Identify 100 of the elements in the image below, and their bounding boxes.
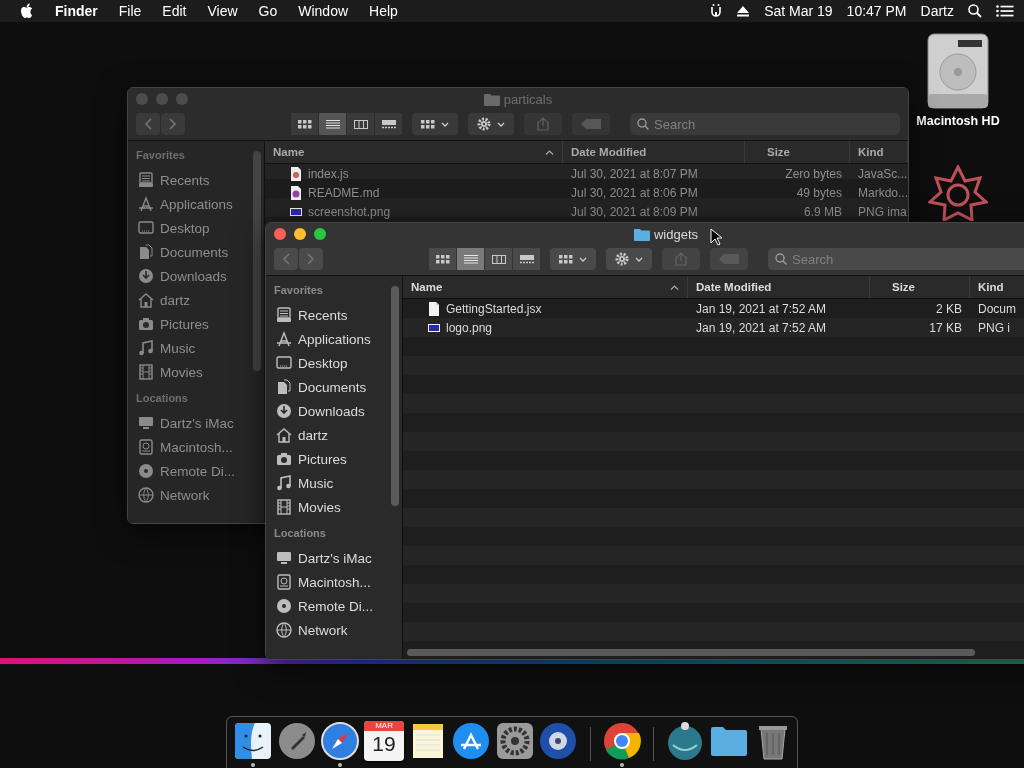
- column-header[interactable]: Date Modified: [688, 276, 870, 298]
- file-name[interactable]: logo.png: [446, 320, 493, 335]
- table-cell-text: Markdo...: [857, 185, 908, 200]
- file-name[interactable]: screenshot.png: [308, 204, 391, 219]
- window-title: particals: [503, 91, 553, 107]
- file-name[interactable]: index.js: [308, 166, 349, 181]
- action-button[interactable]: [606, 248, 652, 270]
- view-mode-button[interactable]: [513, 248, 540, 270]
- gear-icon[interactable]: [494, 721, 535, 761]
- menu-bar-clock[interactable]: 10:47 PM: [846, 3, 907, 19]
- minimize-button[interactable]: [294, 228, 306, 240]
- sidebar-item[interactable]: Desktop: [274, 351, 348, 375]
- caret-down-icon: [635, 256, 643, 262]
- documents-icon: [276, 379, 292, 395]
- table-cell-text: 2 KB: [935, 301, 963, 316]
- monitor-icon: [276, 355, 292, 371]
- view-mode-button[interactable]: [375, 113, 402, 135]
- gallery-icon: [381, 119, 396, 129]
- calendar-icon[interactable]: MAR 19: [364, 721, 404, 761]
- down-arrow-circle-icon: [276, 403, 292, 419]
- columns-icon: [491, 254, 506, 264]
- sidebar-item[interactable]: Downloads: [274, 399, 365, 423]
- sidebar-item[interactable]: Desktop: [136, 216, 210, 240]
- desktop-icon-label[interactable]: Macintosh HD: [916, 114, 1000, 128]
- sidebar-item[interactable]: Music: [136, 336, 196, 360]
- sidebar-item[interactable]: Macintosh...: [136, 435, 233, 459]
- letter-a-icon: [276, 331, 292, 347]
- menu-bar-date[interactable]: Sat Mar 19: [764, 3, 833, 19]
- sidebar-item[interactable]: Music: [274, 471, 334, 495]
- sidebar-item[interactable]: Remote Di...: [274, 594, 374, 618]
- menu-item[interactable]: Go: [258, 3, 278, 19]
- sidebar-item[interactable]: Dartz's iMac: [136, 411, 234, 435]
- group-button[interactable]: [412, 113, 458, 135]
- lens-icon[interactable]: [538, 721, 579, 761]
- folder-icon: [483, 92, 500, 106]
- search-field[interactable]: Search: [630, 113, 900, 135]
- view-mode-button[interactable]: [319, 113, 346, 135]
- music-note-icon: [276, 475, 292, 491]
- sidebar-item[interactable]: Remote Di...: [136, 459, 236, 483]
- list-menu-icon: [996, 5, 1014, 17]
- column-header[interactable]: Kind: [850, 141, 908, 163]
- action-button[interactable]: [468, 113, 514, 135]
- zoom-button[interactable]: [314, 228, 326, 240]
- scrollbar[interactable]: [391, 286, 399, 506]
- file-name[interactable]: README.md: [308, 185, 380, 200]
- sort-caret-icon: [545, 149, 554, 155]
- menu-item[interactable]: Window: [298, 3, 349, 19]
- sidebar-item[interactable]: Movies: [274, 495, 341, 519]
- sidebar-item[interactable]: dartz: [136, 288, 190, 312]
- menu-item[interactable]: Edit: [162, 3, 187, 19]
- window-title: widgets: [653, 226, 699, 242]
- table-cell-text: JavaSc...: [857, 166, 908, 181]
- user-name[interactable]: Dartz: [920, 3, 954, 19]
- ring-logo-icon[interactable]: [601, 721, 642, 761]
- column-header[interactable]: Size: [870, 276, 970, 298]
- app-menu[interactable]: Finder: [55, 3, 98, 19]
- sidebar-item[interactable]: Pictures: [274, 447, 347, 471]
- sidebar-item[interactable]: Pictures: [136, 312, 209, 336]
- hard-drive-icon: [138, 439, 154, 455]
- sidebar-item[interactable]: dartz: [274, 423, 328, 447]
- sidebar-item[interactable]: Downloads: [136, 264, 227, 288]
- grid-icon: [421, 119, 435, 129]
- sidebar-item[interactable]: Network: [274, 618, 348, 642]
- sidebar-item[interactable]: Documents: [274, 375, 367, 399]
- column-header[interactable]: Date Modified: [563, 141, 745, 163]
- scrollbar[interactable]: [253, 151, 261, 371]
- sidebar-item[interactable]: Applications: [136, 192, 233, 216]
- table-cell-text: 6.9 MB: [803, 204, 843, 219]
- group-button[interactable]: [550, 248, 596, 270]
- menu-item[interactable]: File: [118, 3, 142, 19]
- sidebar-item[interactable]: Applications: [274, 327, 371, 351]
- sidebar-item[interactable]: Dartz's iMac: [274, 546, 372, 570]
- share-icon: [537, 117, 549, 131]
- table-cell-text: Jul 30, 2021 at 8:06 PM: [570, 185, 699, 200]
- sidebar-item[interactable]: Recents: [136, 168, 210, 192]
- view-mode-button[interactable]: [485, 248, 512, 270]
- close-button[interactable]: [274, 228, 286, 240]
- letter-a-icon[interactable]: [451, 721, 492, 761]
- column-header[interactable]: Name: [403, 276, 688, 298]
- menu-item[interactable]: View: [207, 3, 238, 19]
- pointer-icon: [710, 228, 722, 246]
- column-header[interactable]: Size: [745, 141, 850, 163]
- menu-item[interactable]: Help: [369, 3, 398, 19]
- scrollbar[interactable]: [407, 649, 975, 656]
- grid-icon: [435, 254, 450, 264]
- sidebar-item[interactable]: Documents: [136, 240, 229, 264]
- finder-face-icon[interactable]: [233, 721, 274, 761]
- file-name[interactable]: GettingStarted.jsx: [446, 301, 542, 316]
- sidebar-item[interactable]: Movies: [136, 360, 203, 384]
- compass-icon[interactable]: [320, 721, 361, 761]
- view-mode-button[interactable]: [457, 248, 484, 270]
- column-header[interactable]: Name: [265, 141, 563, 163]
- sidebar-item[interactable]: Network: [136, 483, 210, 507]
- sidebar-item[interactable]: Recents: [274, 303, 348, 327]
- film-strip-icon: [138, 364, 154, 380]
- view-mode-button[interactable]: [429, 248, 456, 270]
- column-header[interactable]: Kind: [970, 276, 1024, 298]
- sidebar-item[interactable]: Macintosh...: [274, 570, 371, 594]
- view-mode-button[interactable]: [347, 113, 374, 135]
- view-mode-button[interactable]: [291, 113, 318, 135]
